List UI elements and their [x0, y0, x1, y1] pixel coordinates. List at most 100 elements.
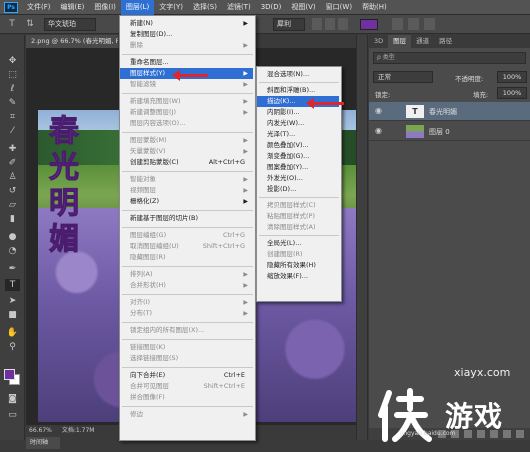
text-tool-preset-icon[interactable]: T — [6, 18, 18, 30]
panel-tab-0[interactable]: 3D — [369, 35, 388, 48]
eyedropper-tool-icon[interactable]: ⁄ — [5, 125, 20, 137]
eye-visibility-icon[interactable]: ◉ — [375, 126, 385, 136]
menu-item: 分布(T) ▶ — [120, 308, 253, 319]
menu-item[interactable]: 光泽(T)... — [257, 129, 339, 140]
panel-tab-1[interactable]: 图层 — [388, 35, 412, 48]
screen-mode-icon[interactable]: ▭ — [5, 409, 20, 421]
menu-item[interactable]: 隐藏所有效果(H) — [257, 260, 339, 271]
align-center-button[interactable] — [325, 18, 335, 30]
history-brush-tool-icon[interactable]: ↺ — [5, 185, 20, 197]
menu-item-label: 图案叠加(Y)... — [267, 163, 309, 171]
quick-select-tool-icon[interactable]: ✎ — [5, 97, 20, 109]
menu-item-label: 渐变叠加(G)... — [267, 152, 310, 160]
layers-panel-tabs: 3D 图层 通道 路径 — [369, 35, 530, 48]
menu-item-label: 合并形状(H) — [130, 281, 166, 289]
menu-item[interactable]: 栅格化(Z) ▶ — [120, 196, 253, 207]
menu-item[interactable]: 新建基于图层的切片(B) — [120, 213, 253, 224]
watermark-text: 游戏 — [445, 400, 504, 433]
menu-item[interactable]: 向下合并(E) Ctrl+E — [120, 370, 253, 381]
foreground-color-swatch[interactable] — [4, 369, 15, 380]
character-panel-icon[interactable] — [408, 18, 419, 30]
layer-row[interactable]: ◉ T 春光明媚 — [369, 102, 530, 121]
eraser-tool-icon[interactable]: ▱ — [5, 199, 20, 211]
timeline-tab[interactable]: 时间轴 — [26, 437, 60, 449]
menu-item[interactable]: 混合选项(N)... — [257, 69, 339, 80]
3d-icon[interactable] — [424, 18, 435, 30]
menu-item[interactable]: 重命名图层... — [120, 57, 253, 68]
menu-1[interactable]: 编辑(E) — [56, 0, 90, 15]
text-orientation-icon[interactable]: ⇅ — [24, 18, 36, 30]
layer-name: 图层 0 — [429, 128, 450, 136]
hand-tool-icon[interactable]: ✋ — [5, 327, 20, 339]
pen-tool-icon[interactable]: ✒ — [5, 263, 20, 275]
submenu-arrow-icon: ▶ — [243, 198, 248, 205]
dodge-tool-icon[interactable]: ◔ — [5, 245, 20, 257]
menu-6[interactable]: 滤镜(T) — [222, 0, 256, 15]
document-tab[interactable]: 2.png @ 66.7% (春光明媚, R... — [26, 35, 118, 48]
align-left-button[interactable] — [312, 18, 322, 30]
blend-mode-select[interactable]: 正常 — [373, 71, 433, 83]
menu-separator — [122, 339, 253, 340]
submenu-arrow-icon: ▶ — [243, 42, 248, 49]
panel-tab-3[interactable]: 路径 — [434, 35, 457, 48]
zoom-level[interactable]: 66.67% — [29, 425, 52, 436]
submenu-arrow-icon: ▶ — [243, 137, 248, 144]
move-tool-icon[interactable]: ✥ — [5, 55, 20, 67]
eye-visibility-icon[interactable]: ◉ — [375, 106, 385, 116]
menu-8[interactable]: 视图(V) — [286, 0, 320, 15]
menu-item[interactable]: 斜面和浮雕(B)... — [257, 85, 339, 96]
zoom-tool-icon[interactable]: ⚲ — [5, 341, 20, 353]
menu-item[interactable]: 颜色叠加(V)... — [257, 140, 339, 151]
menu-separator — [122, 322, 253, 323]
lasso-tool-icon[interactable]: ℓ — [5, 83, 20, 95]
menu-9[interactable]: 窗口(W) — [321, 0, 357, 15]
menu-4[interactable]: 文字(Y) — [154, 0, 188, 15]
opacity-input[interactable]: 100% — [497, 71, 527, 83]
align-right-button[interactable] — [338, 18, 348, 30]
menu-item[interactable]: 图案叠加(Y)... — [257, 162, 339, 173]
gradient-tool-icon[interactable]: ▮ — [5, 213, 20, 225]
layer-filter[interactable]: ρ 类型 — [373, 52, 526, 64]
menu-item-label: 光泽(T)... — [267, 130, 296, 138]
menu-item: 修边 ▶ — [120, 409, 253, 420]
menu-item[interactable]: 新建(N) ▶ — [120, 18, 253, 29]
clone-stamp-tool-icon[interactable]: ♙ — [5, 171, 20, 183]
crop-tool-icon[interactable]: ⌗ — [5, 111, 20, 123]
menu-item[interactable]: 复制图层(D)... — [120, 29, 253, 40]
layer-row[interactable]: ◉ 图层 0 — [369, 122, 530, 141]
menu-2[interactable]: 图像(I) — [89, 0, 121, 15]
delete-layer-icon[interactable] — [516, 430, 524, 438]
fill-input[interactable]: 100% — [497, 87, 527, 99]
shape-tool-icon[interactable]: ■ — [5, 309, 20, 321]
font-family-select[interactable]: 华文琥珀 — [44, 17, 96, 31]
healing-brush-tool-icon[interactable]: ✚ — [5, 143, 20, 155]
menu-item[interactable]: 创建剪贴蒙版(C) Alt+Ctrl+G — [120, 157, 253, 168]
menu-item[interactable]: 内阴影(I)... — [257, 107, 339, 118]
menu-item[interactable]: 缩放效果(F)... — [257, 271, 339, 282]
menu-item[interactable]: 外发光(O)... — [257, 173, 339, 184]
blur-tool-icon[interactable]: ● — [5, 231, 20, 243]
menu-5[interactable]: 选择(S) — [188, 0, 222, 15]
marquee-tool-icon[interactable]: ⬚ — [5, 69, 20, 81]
type-tool-icon[interactable]: T — [5, 279, 20, 291]
menu-item: 智能对象 ▶ — [120, 174, 253, 185]
new-layer-icon[interactable] — [503, 430, 511, 438]
menu-item-label: 重命名图层... — [130, 58, 169, 66]
text-color-swatch[interactable] — [360, 19, 378, 30]
brush-tool-icon[interactable]: ✐ — [5, 157, 20, 169]
panel-tab-2[interactable]: 通道 — [411, 35, 434, 48]
path-select-tool-icon[interactable]: ➤ — [5, 295, 20, 307]
menu-item[interactable]: 投影(D)... — [257, 184, 339, 195]
menu-3[interactable]: 图层(L) — [120, 0, 155, 15]
quick-mask-icon[interactable]: ◙ — [5, 393, 20, 405]
menu-10[interactable]: 帮助(H) — [357, 0, 392, 15]
vertical-text-layer[interactable]: 春光明媚 — [44, 114, 84, 258]
menu-item[interactable]: 全局光(L)... — [257, 238, 339, 249]
menu-0[interactable]: 文件(F) — [22, 0, 56, 15]
menu-item[interactable]: 渐变叠加(G)... — [257, 151, 339, 162]
menu-7[interactable]: 3D(D) — [256, 0, 287, 15]
menu-item[interactable]: 内发光(W)... — [257, 118, 339, 129]
warp-text-icon[interactable] — [392, 18, 403, 30]
antialias-select[interactable]: 犀利 — [273, 18, 305, 31]
menu-item-label: 斜面和浮雕(B)... — [267, 86, 316, 94]
